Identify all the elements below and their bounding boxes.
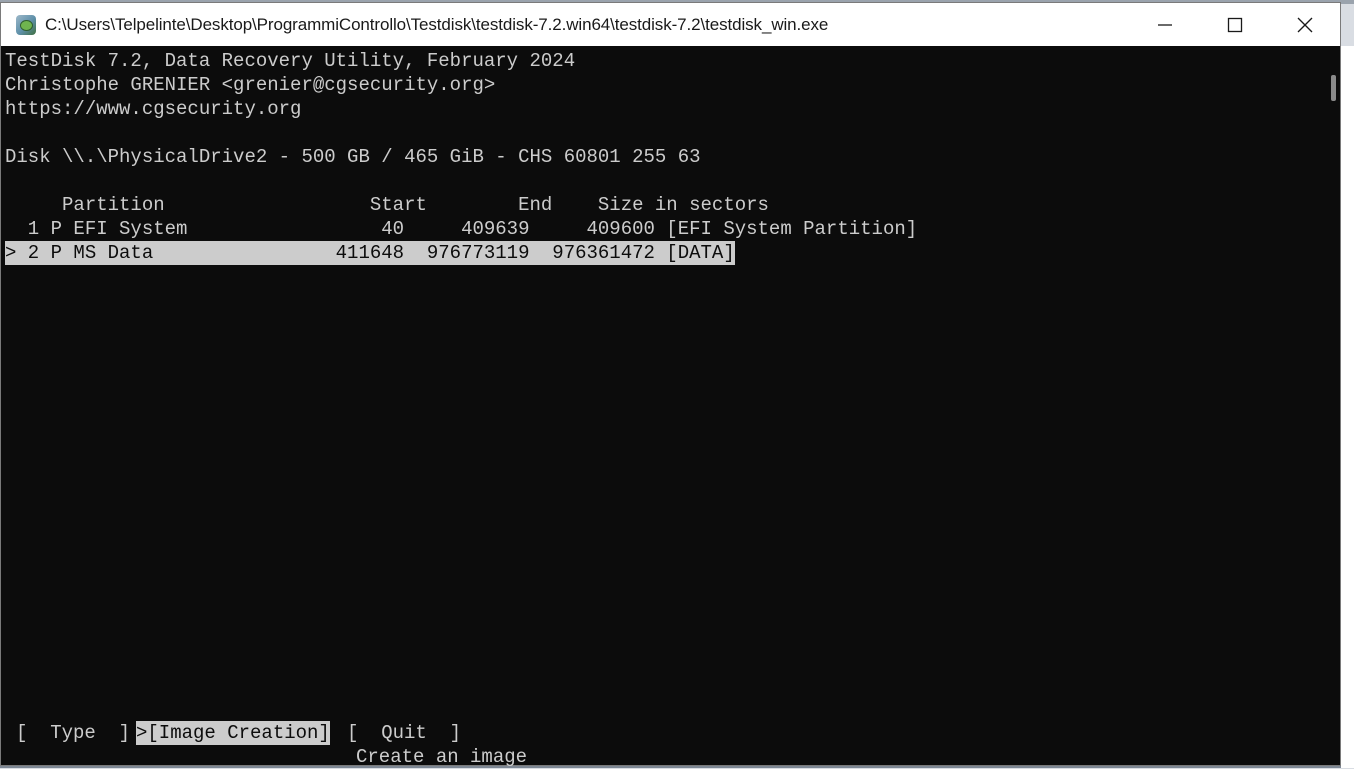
- background-window-edge: [1341, 46, 1354, 768]
- console-window: C:\Users\Telpelinte\Desktop\ProgrammiCon…: [0, 2, 1341, 768]
- partition-row-1[interactable]: 1 P EFI System 40 409639 409600 [EFI Sys…: [5, 217, 917, 241]
- minimize-button[interactable]: [1130, 3, 1200, 46]
- maximize-icon: [1227, 17, 1243, 32]
- disk-info-line: Disk \\.\PhysicalDrive2 - 500 GB / 465 G…: [5, 146, 701, 168]
- menu-quit-option[interactable]: [ Quit ]: [347, 721, 461, 745]
- scrollbar-thumb[interactable]: [1331, 75, 1336, 101]
- maximize-button[interactable]: [1200, 3, 1270, 46]
- partition-table-header: Partition Start End Size in sectors: [5, 194, 769, 216]
- partition-row-2-selected[interactable]: > 2 P MS Data 411648 976773119 976361472…: [5, 241, 735, 265]
- console-output[interactable]: TestDisk 7.2, Data Recovery Utility, Feb…: [5, 47, 1323, 768]
- close-icon: [1297, 17, 1313, 32]
- header-line-3: https://www.cgsecurity.org: [5, 98, 302, 120]
- minimize-icon: [1158, 23, 1172, 26]
- menu-hint: Create an image: [356, 746, 528, 768]
- title-bar[interactable]: C:\Users\Telpelinte\Desktop\ProgrammiCon…: [1, 3, 1340, 46]
- window-controls: [1130, 3, 1340, 46]
- vertical-scrollbar[interactable]: [1323, 47, 1340, 765]
- menu-image-creation-option[interactable]: >[Image Creation]: [136, 721, 330, 745]
- close-button[interactable]: [1270, 3, 1340, 46]
- header-line-2: Christophe GRENIER <grenier@cgsecurity.o…: [5, 74, 496, 96]
- window-title: C:\Users\Telpelinte\Desktop\ProgrammiCon…: [45, 14, 829, 34]
- header-line-1: TestDisk 7.2, Data Recovery Utility, Feb…: [5, 50, 576, 72]
- testdisk-app-icon: [16, 14, 36, 35]
- menu-type-option[interactable]: [ Type ]: [16, 721, 130, 745]
